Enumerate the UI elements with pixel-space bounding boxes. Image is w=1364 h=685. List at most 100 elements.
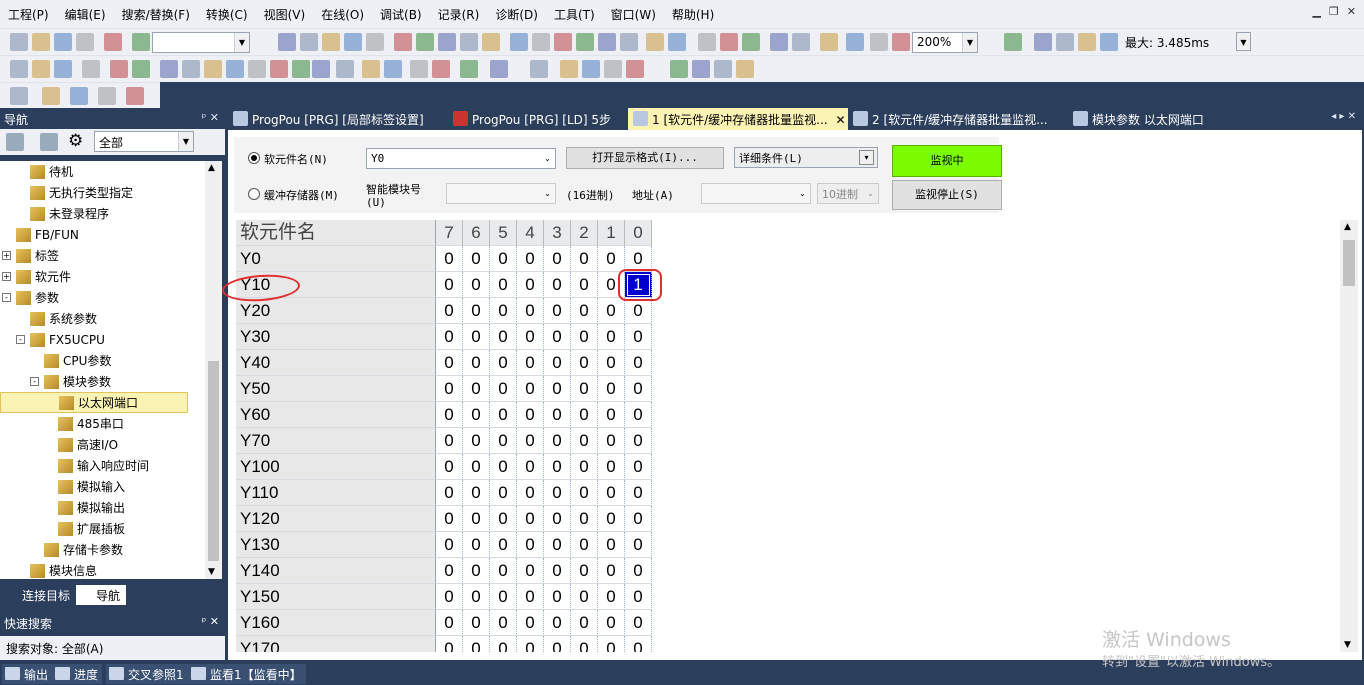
toolbar-button-icon[interactable] [490, 60, 508, 78]
grid-bit-cell[interactable]: 0 [598, 558, 625, 584]
grid-device-name[interactable]: Y30 [236, 324, 436, 350]
grid-bit-cell[interactable]: 0 [490, 610, 517, 636]
toolbar-button-icon[interactable] [1100, 33, 1118, 51]
grid-device-name[interactable]: Y170 [236, 636, 436, 652]
toolbar-button-icon[interactable] [598, 33, 616, 51]
tree-expander-icon[interactable]: - [30, 377, 39, 386]
nav-tree-item[interactable]: 以太网端口 [0, 392, 188, 413]
tree-expander-icon[interactable]: + [2, 251, 11, 260]
output-tab[interactable]: 进度 [52, 664, 103, 684]
menu-item[interactable]: 转换(C) [198, 6, 256, 23]
nav-tree-item[interactable]: 待机 [0, 161, 205, 182]
grid-bit-cell[interactable]: 0 [625, 324, 652, 350]
grid-bit-cell[interactable]: 0 [463, 636, 490, 652]
grid-bit-cell[interactable]: 0 [436, 402, 463, 428]
grid-bit-cell[interactable]: 0 [517, 506, 544, 532]
toolbar-button-icon[interactable] [620, 33, 638, 51]
open-format-button[interactable]: 打开显示格式(I)... [566, 147, 724, 169]
grid-device-name[interactable]: Y130 [236, 532, 436, 558]
grid-bit-cell[interactable]: 0 [571, 480, 598, 506]
grid-device-name[interactable]: Y140 [236, 558, 436, 584]
grid-bit-cell[interactable]: 0 [463, 402, 490, 428]
grid-bit-cell[interactable]: 0 [463, 610, 490, 636]
search-combo[interactable]: ▼ [152, 32, 250, 53]
grid-bit-cell[interactable]: 0 [571, 350, 598, 376]
toolbar-button-icon[interactable] [770, 33, 788, 51]
grid-bit-cell[interactable]: 0 [517, 558, 544, 584]
toolbar-button-icon[interactable] [32, 33, 50, 51]
grid-bit-cell[interactable]: 0 [544, 298, 571, 324]
document-tab[interactable]: ProgPou [PRG] [局部标签设置] [228, 108, 446, 130]
grid-bit-cell[interactable]: 0 [436, 610, 463, 636]
menu-item[interactable]: 窗口(W) [603, 6, 664, 23]
toolbar-button-icon[interactable] [460, 33, 478, 51]
toolbar-button-icon[interactable] [460, 60, 478, 78]
grid-bit-cell[interactable]: 0 [625, 532, 652, 558]
grid-device-name[interactable]: Y40 [236, 350, 436, 376]
toolbar-button-icon[interactable] [604, 60, 622, 78]
grid-bit-cell[interactable]: 0 [598, 480, 625, 506]
grid-bit-cell[interactable]: 0 [463, 350, 490, 376]
toolbar-button-icon[interactable] [870, 33, 888, 51]
toolbar-button-icon[interactable] [892, 33, 910, 51]
menu-item[interactable]: 搜索/替换(F) [114, 6, 198, 23]
toolbar-button-icon[interactable] [576, 33, 594, 51]
nav-tree-item[interactable]: 模块信息 [0, 560, 205, 579]
grid-bit-cell[interactable]: 0 [490, 350, 517, 376]
document-tab[interactable]: ProgPou [PRG] [LD] 5步 [448, 108, 626, 130]
grid-bit-cell[interactable]: 0 [436, 454, 463, 480]
grid-device-name[interactable]: Y100 [236, 454, 436, 480]
grid-bit-cell[interactable]: 0 [571, 610, 598, 636]
grid-bit-cell[interactable]: 0 [571, 376, 598, 402]
toolbar-button-icon[interactable] [312, 60, 330, 78]
nav-tree-item[interactable]: 存储卡参数 [0, 539, 205, 560]
grid-bit-cell[interactable]: 0 [544, 558, 571, 584]
toolbar-button-icon[interactable] [76, 33, 94, 51]
grid-bit-cell[interactable]: 0 [436, 272, 463, 298]
device-name-input[interactable]: Y0 ⌄ [366, 148, 556, 169]
grid-bit-cell[interactable]: 0 [571, 584, 598, 610]
grid-bit-cell[interactable]: 0 [490, 584, 517, 610]
toolbar-button-icon[interactable] [70, 87, 88, 105]
toolbar-button-icon[interactable] [344, 33, 362, 51]
toolbar-button-icon[interactable] [646, 33, 664, 51]
toolbar-button-icon[interactable] [54, 60, 72, 78]
nav-tree-item[interactable]: + 软元件 [0, 266, 205, 287]
grid-bit-cell[interactable]: 0 [571, 428, 598, 454]
nav-tree-item[interactable]: 485串口 [0, 413, 205, 434]
grid-bit-cell[interactable]: 0 [490, 532, 517, 558]
grid-device-name[interactable]: Y150 [236, 584, 436, 610]
address-input[interactable]: ⌄ [701, 183, 811, 204]
grid-bit-cell[interactable]: 0 [625, 376, 652, 402]
grid-bit-cell[interactable]: 0 [625, 636, 652, 652]
close-icon[interactable]: ✕ [1347, 5, 1356, 18]
grid-bit-cell[interactable]: 0 [598, 324, 625, 350]
toolbar-button-icon[interactable] [792, 33, 810, 51]
grid-bit-cell[interactable]: 0 [625, 402, 652, 428]
radio-buffer[interactable] [248, 188, 260, 200]
toolbar-button-icon[interactable] [530, 60, 548, 78]
collapse-icon[interactable] [40, 133, 58, 151]
grid-bit-cell[interactable]: 0 [490, 480, 517, 506]
grid-bit-cell[interactable]: 0 [571, 506, 598, 532]
scan-time-combo[interactable]: 最大: 3.485ms ▼ [1121, 32, 1251, 53]
toolbar-button-icon[interactable] [698, 33, 716, 51]
grid-bit-cell[interactable]: 0 [625, 558, 652, 584]
menu-item[interactable]: 在线(O) [313, 6, 372, 23]
gear-icon[interactable]: ⚙ [68, 131, 83, 151]
grid-bit-cell[interactable]: 0 [436, 246, 463, 272]
toolbar-button-icon[interactable] [626, 60, 644, 78]
grid-bit-cell[interactable]: 0 [436, 324, 463, 350]
grid-bit-cell[interactable]: 0 [517, 610, 544, 636]
menu-item[interactable]: 记录(R) [430, 6, 488, 23]
toolbar-button-icon[interactable] [394, 33, 412, 51]
toolbar-button-icon[interactable] [292, 60, 310, 78]
grid-bit-cell[interactable]: 0 [598, 584, 625, 610]
grid-bit-cell[interactable]: 0 [463, 532, 490, 558]
grid-bit-cell[interactable]: 0 [544, 584, 571, 610]
grid-bit-cell[interactable]: 0 [544, 532, 571, 558]
toolbar-button-icon[interactable] [416, 33, 434, 51]
quick-search-bar[interactable]: 搜索对象: 全部(A) [0, 636, 225, 660]
grid-bit-cell[interactable]: 0 [598, 350, 625, 376]
nav-tree-item[interactable]: 模拟输出 [0, 497, 205, 518]
